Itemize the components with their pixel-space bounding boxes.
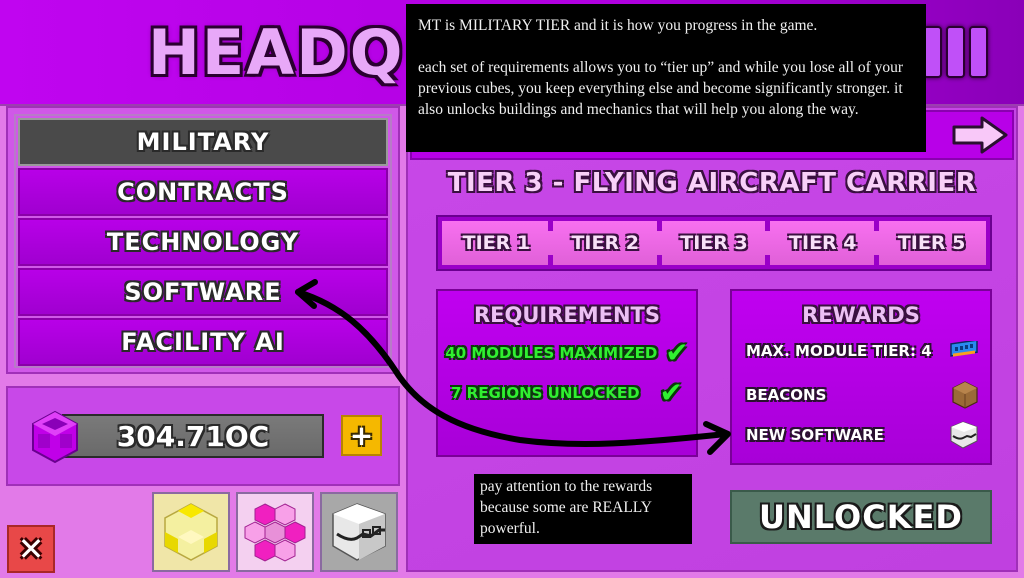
- sidebar-item-contracts[interactable]: CONTRACTS: [18, 168, 388, 216]
- add-currency-button[interactable]: +: [341, 415, 382, 456]
- tooltip-note-military-tier: MT is MILITARY TIER and it is how you pr…: [406, 4, 926, 152]
- crate-icon: [952, 381, 978, 409]
- title-decoration: [923, 26, 988, 78]
- requirements-title: REQUIREMENTS: [473, 303, 661, 327]
- sidebar-item-technology[interactable]: TECHNOLOGY: [18, 218, 388, 266]
- currency-value: 304.71OC: [62, 414, 324, 458]
- software-shop-button[interactable]: [320, 492, 398, 572]
- tab-tier-3[interactable]: TIER 3: [656, 221, 769, 265]
- rewards-title: REWARDS: [802, 303, 920, 327]
- reward-item: MAX. MODULE TIER: 4: [746, 341, 978, 361]
- sidebar-item-military[interactable]: MILITARY: [18, 118, 388, 166]
- tooltip-note-rewards: pay attention to the rewards because som…: [474, 474, 692, 544]
- reward-label: BEACONS: [746, 386, 827, 404]
- tab-tier-5[interactable]: TIER 5: [874, 221, 986, 265]
- software-cube-icon: [950, 421, 978, 449]
- tab-tier-2[interactable]: TIER 2: [547, 221, 660, 265]
- sidebar-item-facility-ai[interactable]: FACILITY AI: [18, 318, 388, 366]
- ram-module-icon: [950, 341, 978, 357]
- pink-hex-cluster-icon: [244, 503, 306, 562]
- unlocked-status-button[interactable]: UNLOCKED: [730, 490, 992, 544]
- note-paragraph: MT is MILITARY TIER and it is how you pr…: [418, 17, 818, 34]
- requirement-label: 7 REGIONS UNLOCKED: [451, 384, 640, 402]
- tab-tier-1[interactable]: TIER 1: [442, 221, 551, 265]
- sidebar-item-software[interactable]: SOFTWARE: [18, 268, 388, 316]
- software-cube-icon: [332, 503, 386, 561]
- checkmark-icon: ✔: [665, 336, 689, 369]
- rewards-box: REWARDS MAX. MODULE TIER: 4 BEACONS NEW …: [730, 289, 992, 465]
- close-button[interactable]: ✕: [7, 525, 55, 573]
- checkmark-icon: ✔: [659, 376, 683, 409]
- yellow-cube-shop-button[interactable]: [152, 492, 230, 572]
- note-paragraph: each set of requirements allows you to “…: [418, 59, 904, 118]
- requirement-item: 7 REGIONS UNLOCKED ✔: [438, 379, 696, 407]
- purple-cube-icon: [32, 410, 78, 464]
- tier-title: TIER 3 - FLYING AIRCRAFT CARRIER: [447, 168, 977, 198]
- reward-label: MAX. MODULE TIER: 4: [746, 342, 932, 360]
- reward-label: NEW SOFTWARE: [746, 426, 884, 444]
- requirements-box: REQUIREMENTS 40 MODULES MAXIMIZED ✔ 7 RE…: [436, 289, 698, 457]
- pink-hex-shop-button[interactable]: [236, 492, 314, 572]
- tab-tier-4[interactable]: TIER 4: [765, 221, 877, 265]
- reward-item: BEACONS: [746, 381, 978, 409]
- reward-item: NEW SOFTWARE: [746, 421, 978, 449]
- yellow-cube-cluster-icon: [164, 503, 218, 561]
- tier-tabs: TIER 1 TIER 2 TIER 3 TIER 4 TIER 5: [436, 215, 992, 271]
- next-arrow-icon[interactable]: [952, 116, 1008, 154]
- requirement-label: 40 MODULES MAXIMIZED: [445, 344, 658, 362]
- requirement-item: 40 MODULES MAXIMIZED ✔: [438, 339, 696, 367]
